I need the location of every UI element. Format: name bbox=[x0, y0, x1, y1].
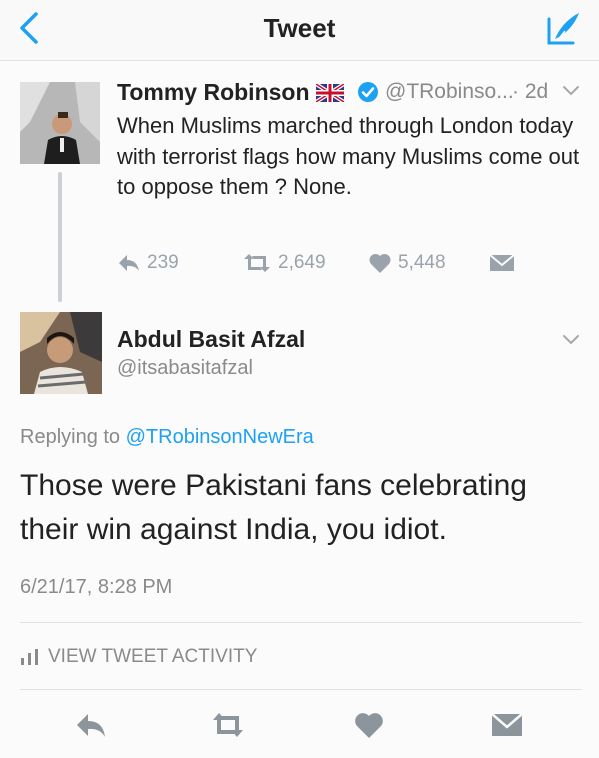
author-handle[interactable]: @TRobinso... bbox=[385, 80, 514, 104]
reply-icon bbox=[119, 255, 139, 271]
compose-icon[interactable] bbox=[543, 9, 583, 49]
retweet-icon bbox=[244, 254, 270, 272]
author-name[interactable]: Tommy Robinson bbox=[117, 79, 310, 106]
author-handle[interactable]: @itsabasitafzal bbox=[117, 357, 253, 380]
replying-to: Replying to @TRobinsonNewEra bbox=[20, 426, 314, 449]
reply-icon[interactable] bbox=[74, 710, 108, 740]
retweet-count: 2,649 bbox=[278, 252, 326, 273]
replying-prefix: Replying to bbox=[20, 426, 121, 448]
chevron-down-icon[interactable] bbox=[562, 333, 580, 347]
activity-label: VIEW TWEET ACTIVITY bbox=[48, 646, 258, 667]
page-title: Tweet bbox=[263, 13, 336, 43]
tweet-time: · 2d bbox=[512, 80, 549, 103]
retweet-action[interactable]: 2,649 bbox=[242, 250, 326, 276]
divider bbox=[20, 622, 582, 623]
divider bbox=[20, 689, 582, 690]
tweet-text: Those were Pakistani fans celebrating th… bbox=[20, 469, 527, 546]
like-heart-icon[interactable] bbox=[352, 710, 386, 740]
reply-action[interactable]: 239 bbox=[117, 250, 179, 276]
reply-count: 239 bbox=[147, 252, 179, 273]
chevron-down-icon[interactable] bbox=[562, 84, 580, 98]
avatar[interactable] bbox=[20, 82, 100, 164]
like-heart-icon bbox=[369, 253, 391, 273]
retweet-icon[interactable] bbox=[211, 710, 245, 740]
uk-flag-icon bbox=[316, 84, 344, 102]
author-name[interactable]: Abdul Basit Afzal bbox=[117, 326, 305, 353]
thread-line bbox=[58, 172, 62, 302]
direct-message-icon bbox=[489, 254, 515, 271]
tweet-timestamp: 6/21/17, 8:28 PM bbox=[20, 576, 173, 598]
direct-message-icon[interactable] bbox=[490, 710, 524, 740]
view-tweet-activity-link[interactable]: VIEW TWEET ACTIVITY bbox=[20, 646, 257, 668]
replying-mention-link[interactable]: @TRobinsonNewEra bbox=[126, 426, 314, 448]
activity-bars-icon bbox=[21, 649, 38, 665]
verified-icon bbox=[358, 82, 378, 102]
tweet-text: When Muslims marched through London toda… bbox=[117, 113, 580, 199]
dm-action[interactable] bbox=[489, 250, 521, 276]
avatar[interactable] bbox=[20, 312, 102, 394]
like-action[interactable]: 5,448 bbox=[368, 250, 446, 276]
like-count: 5,448 bbox=[398, 252, 446, 273]
